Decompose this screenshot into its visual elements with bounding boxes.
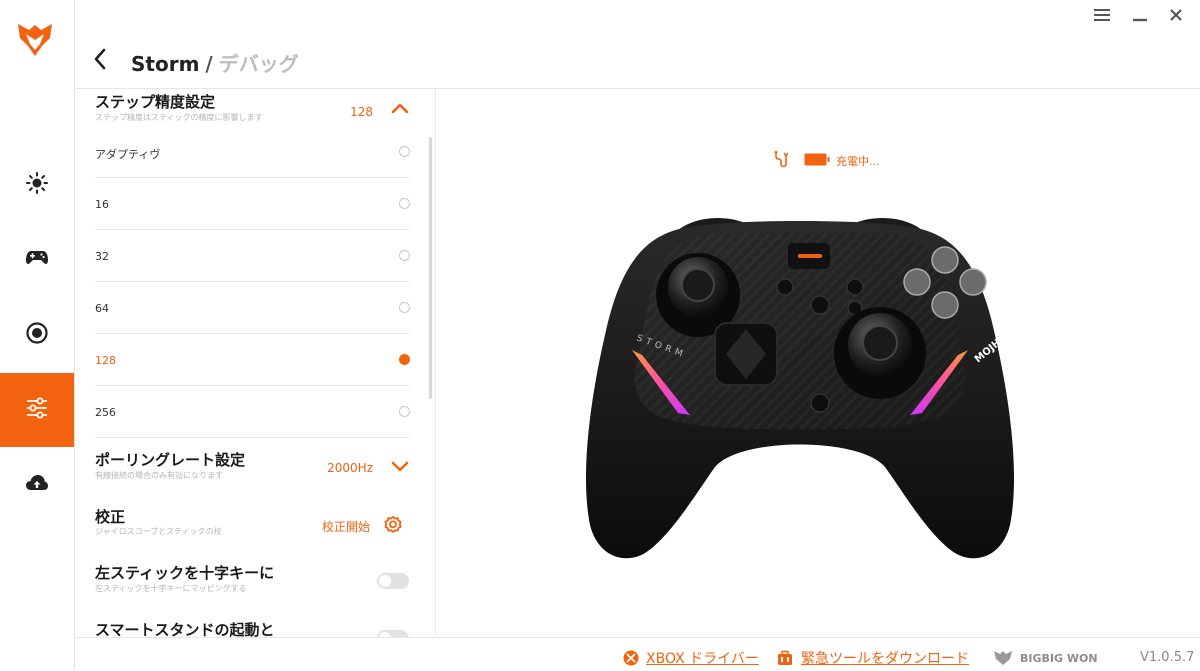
version-label: V1.0.5.7 (1140, 650, 1195, 665)
step-precision-title: ステップ精度設定 (95, 93, 216, 111)
step-option-selected[interactable]: 128 (95, 334, 410, 386)
left-stick-dpad-desc: 左スティックを十字キーにマッピングする (95, 584, 247, 593)
cloud-upload-icon (25, 473, 49, 497)
chevron-up-icon (391, 99, 409, 118)
sidebar-item-lighting[interactable] (0, 148, 74, 222)
close-icon (1169, 6, 1183, 27)
breadcrumb-separator: / (205, 52, 213, 76)
record-icon (26, 322, 48, 348)
menu-button[interactable] (1090, 6, 1114, 26)
app-logo (16, 22, 54, 58)
smart-stand-toggle[interactable] (377, 630, 409, 637)
charging-status-text: 充電中... (836, 154, 880, 168)
polling-rate-desc: 有線接続の場合のみ有効になります (95, 471, 223, 480)
start-calibration-link[interactable]: 校正開始 (322, 518, 370, 535)
step-precision-desc: ステップ精度はスティックの精度に影響します (95, 113, 263, 122)
step-option-label: 64 (95, 302, 109, 315)
polling-rate-title: ポーリングレート設定 (95, 451, 246, 469)
step-option[interactable]: アダプティヴ (95, 126, 410, 178)
step-option-label: 128 (95, 354, 116, 367)
smart-stand-title: スマートスタンドの起動と (95, 621, 275, 637)
collapse-step-precision-button[interactable] (391, 99, 409, 118)
calibration-desc: ジャイロスコープとスティックの校 (95, 527, 222, 536)
chevron-left-icon (93, 48, 107, 74)
breadcrumb-device[interactable]: Storm (131, 52, 199, 76)
close-button[interactable] (1164, 6, 1188, 26)
step-option-radio-checked[interactable] (399, 354, 410, 365)
settings-panel: ステップ精度設定 ステップ精度はスティックの精度に影響します 128 アダプティ… (75, 89, 436, 637)
controller-image: STORM MOJHON (570, 205, 1030, 565)
step-option-label: 16 (95, 198, 109, 211)
start-calibration-button[interactable] (383, 515, 403, 539)
hamburger-icon (1093, 6, 1111, 27)
left-stick-dpad-toggle[interactable] (377, 573, 409, 589)
left-stick-dpad-title: 左スティックを十字キーに (95, 564, 275, 582)
step-option-label: 256 (95, 406, 116, 419)
step-option-radio[interactable] (399, 198, 410, 209)
battery-icon (804, 153, 830, 169)
brightness-icon (26, 172, 48, 198)
expand-polling-rate-button[interactable] (391, 458, 409, 477)
sliders-icon (25, 397, 49, 423)
step-option[interactable]: 256 (95, 386, 410, 438)
sidebar-item-macro[interactable] (0, 298, 74, 372)
device-status: 充電中... (772, 150, 880, 171)
settings-scrollbar[interactable] (429, 137, 432, 399)
sidebar-item-controller[interactable] (0, 223, 74, 297)
step-option[interactable]: 16 (95, 178, 410, 230)
xbox-icon (623, 650, 639, 670)
step-precision-value: 128 (350, 105, 373, 119)
breadcrumb: Storm / デバッグ (131, 48, 299, 77)
sidebar-item-firmware[interactable] (0, 448, 74, 522)
step-option-radio[interactable] (399, 146, 410, 157)
step-option-label: 32 (95, 250, 109, 263)
step-option-radio[interactable] (399, 302, 410, 313)
usb-cable-icon (772, 150, 790, 171)
sidebar (0, 0, 75, 670)
step-option[interactable]: 32 (95, 230, 410, 282)
emergency-tool-link[interactable]: 緊急ツールをダウンロード (801, 648, 969, 668)
step-option[interactable]: 64 (95, 282, 410, 334)
step-option-label: アダプティヴ (95, 148, 161, 161)
sidebar-item-debug[interactable] (0, 373, 74, 447)
step-option-radio[interactable] (399, 250, 410, 261)
minimize-icon (1132, 6, 1148, 27)
xbox-driver-link[interactable]: XBOX ドライバー (646, 648, 759, 668)
header: Storm / デバッグ (75, 0, 1200, 89)
toolbox-icon (777, 650, 793, 670)
chevron-down-icon (391, 458, 409, 477)
polling-rate-value: 2000Hz (327, 461, 373, 475)
calibration-title: 校正 (95, 508, 126, 526)
bigbigwon-logo-icon (993, 650, 1013, 670)
back-button[interactable] (93, 46, 115, 76)
brand-name: BIGBIG WON (1020, 652, 1098, 665)
gamepad-icon (25, 249, 49, 271)
minimize-button[interactable] (1128, 6, 1152, 26)
gear-icon (383, 515, 403, 539)
breadcrumb-current-page: デバッグ (218, 52, 299, 76)
step-option-radio[interactable] (399, 406, 410, 417)
